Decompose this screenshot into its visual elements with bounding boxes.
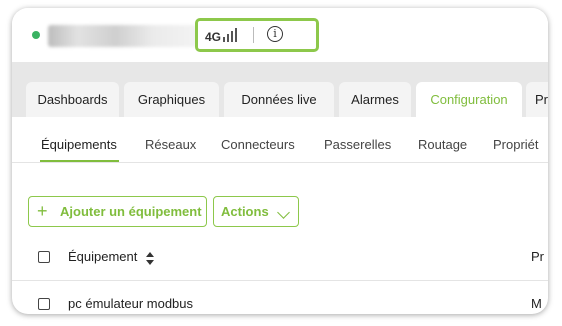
table-divider xyxy=(12,280,548,281)
plus-icon: + xyxy=(37,201,48,221)
signal-bars-icon xyxy=(223,28,239,42)
column-header-second: Pr xyxy=(531,249,544,264)
separator xyxy=(253,27,254,43)
column-header-equipement[interactable]: Équipement xyxy=(68,249,137,264)
add-equipment-label: Ajouter un équipement xyxy=(60,204,202,219)
row-second-cell: M xyxy=(531,296,542,311)
tab-proprietes[interactable]: Pro xyxy=(526,82,548,117)
select-all-checkbox[interactable] xyxy=(38,251,50,263)
subtab-passerelles[interactable]: Passerelles xyxy=(324,137,391,152)
subtab-routage[interactable]: Routage xyxy=(418,137,467,152)
subtab-reseaux[interactable]: Réseaux xyxy=(145,137,196,152)
active-subtab-indicator xyxy=(40,160,119,162)
subtab-proprietes[interactable]: Propriét xyxy=(493,137,539,152)
subtab-connecteurs[interactable]: Connecteurs xyxy=(221,137,295,152)
sort-icon[interactable] xyxy=(146,252,154,266)
tab-configuration[interactable]: Configuration xyxy=(416,82,522,118)
subtab-equipements[interactable]: Équipements xyxy=(41,137,117,152)
tab-donnees-live[interactable]: Données live xyxy=(224,82,334,117)
info-icon[interactable]: i xyxy=(267,26,283,42)
actions-dropdown-button[interactable]: Actions xyxy=(213,196,299,227)
actions-label: Actions xyxy=(221,204,269,219)
tab-dashboards[interactable]: Dashboards xyxy=(26,82,119,117)
add-equipment-button[interactable]: + Ajouter un équipement xyxy=(28,196,207,227)
chevron-down-icon xyxy=(277,206,290,219)
row-checkbox[interactable] xyxy=(38,298,50,310)
sub-navigation: Équipements Réseaux Connecteurs Passerel… xyxy=(12,117,548,163)
top-bar: 4G i xyxy=(12,8,548,62)
device-name-blurred xyxy=(48,25,198,47)
network-status-group: 4G i xyxy=(195,18,319,52)
tab-graphiques[interactable]: Graphiques xyxy=(124,82,219,117)
tab-alarmes[interactable]: Alarmes xyxy=(339,82,411,117)
app-window: 4G i Dashboards Graphiques Données live … xyxy=(12,8,548,314)
connection-status-dot xyxy=(32,31,40,39)
equipment-name-cell[interactable]: pc émulateur modbus xyxy=(68,296,193,311)
network-type-label: 4G xyxy=(205,30,222,44)
